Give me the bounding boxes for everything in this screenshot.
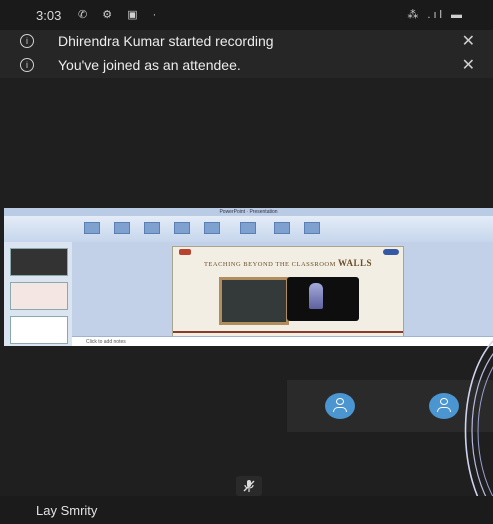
ribbon-button bbox=[240, 222, 256, 234]
slide-icons bbox=[383, 249, 399, 255]
ribbon-button bbox=[204, 222, 220, 234]
info-icon: i bbox=[20, 34, 34, 48]
status-notification-icons: ✆ ⚙ ▣ · bbox=[78, 9, 163, 21]
ribbon-button bbox=[304, 222, 320, 234]
status-bar: 3:03 ✆ ⚙ ▣ · ⁂ .ıl ▬ bbox=[0, 0, 493, 30]
info-icon: i bbox=[20, 58, 34, 72]
attendee-notification: i You've joined as an attendee. ✕ bbox=[0, 54, 493, 78]
figure-image bbox=[309, 283, 323, 309]
recording-notification: i Dhirendra Kumar started recording ✕ bbox=[0, 30, 493, 54]
notification-text: Dhirendra Kumar started recording bbox=[58, 33, 274, 49]
close-icon[interactable]: ✕ bbox=[462, 55, 475, 75]
slide-thumbnail[interactable] bbox=[10, 316, 68, 344]
status-signal-icons: ⁂ .ıl ▬ bbox=[407, 9, 465, 21]
notification-text: You've joined as an attendee. bbox=[58, 57, 241, 73]
ppt-title-bar: PowerPoint · Presentation bbox=[4, 208, 493, 216]
current-user-name: Lay Smrity bbox=[36, 503, 98, 518]
slide-thumbnails bbox=[4, 242, 73, 346]
slide-logo bbox=[179, 249, 191, 255]
current-slide: TEACHING BEYOND THE CLASSROOM WALLS bbox=[172, 246, 404, 338]
person-icon bbox=[325, 393, 355, 419]
slide-title: TEACHING BEYOND THE CLASSROOM WALLS bbox=[203, 258, 373, 268]
shared-screen[interactable]: PowerPoint · Presentation TEACHING BEYON… bbox=[4, 208, 493, 346]
slide-photo bbox=[287, 277, 359, 321]
ppt-notes: Click to add notes bbox=[72, 336, 493, 346]
ribbon-button bbox=[174, 222, 190, 234]
ribbon-button bbox=[274, 222, 290, 234]
slide-thumbnail[interactable] bbox=[10, 282, 68, 310]
ribbon-button bbox=[114, 222, 130, 234]
status-time: 3:03 bbox=[36, 8, 62, 23]
ribbon-button bbox=[84, 222, 100, 234]
close-icon[interactable]: ✕ bbox=[462, 31, 475, 51]
mic-off-icon[interactable] bbox=[236, 476, 262, 496]
blackboard-image bbox=[219, 277, 289, 325]
ppt-ribbon bbox=[4, 216, 493, 243]
person-icon bbox=[429, 393, 459, 419]
slide-canvas: TEACHING BEYOND THE CLASSROOM WALLS bbox=[72, 242, 493, 340]
participant-tile[interactable] bbox=[287, 380, 391, 432]
slide-thumbnail[interactable] bbox=[10, 248, 68, 276]
ribbon-button bbox=[144, 222, 160, 234]
slide-footer-bar bbox=[173, 331, 403, 333]
